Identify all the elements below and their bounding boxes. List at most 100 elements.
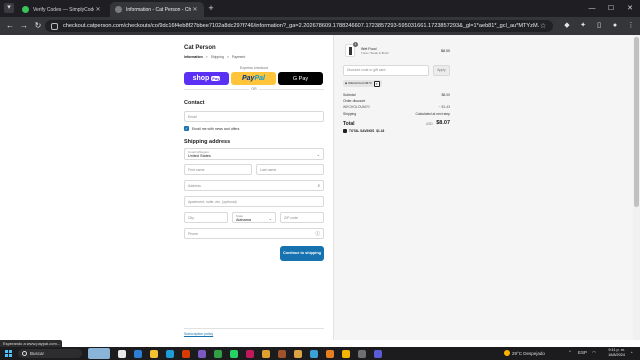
task-view-icon[interactable]	[118, 350, 126, 358]
tab-search-icon[interactable]: ▾	[4, 3, 14, 13]
help-circle-icon[interactable]: ⓘ	[316, 231, 321, 237]
widgets-icon[interactable]	[134, 350, 142, 358]
last-name-field[interactable]: Last name	[256, 164, 324, 175]
country-value: United States	[188, 154, 211, 158]
state-select[interactable]: State Alabama ⌄	[232, 212, 276, 223]
address-field[interactable]: Address ⌕	[184, 180, 324, 191]
store-icon[interactable]	[198, 350, 206, 358]
shipping-value: Calculated at next step	[415, 112, 451, 116]
apartment-field[interactable]: Apartment, suite, etc. (optional)	[184, 196, 324, 207]
subtotal-value: $8.00	[441, 93, 451, 97]
google-pay-button[interactable]: G Pay	[278, 72, 323, 85]
first-name-field[interactable]: First name	[184, 164, 252, 175]
back-arrow-icon[interactable]: ←	[5, 21, 15, 31]
apply-discount-button[interactable]: Apply	[433, 65, 450, 76]
shop-pay-label: shop	[192, 75, 210, 82]
breadcrumb-shipping[interactable]: Shipping	[211, 55, 224, 59]
sun-icon	[504, 350, 510, 356]
tab-simplycodes[interactable]: Verify Codes — SimplyCodes ✕	[17, 2, 107, 17]
app-icon[interactable]	[374, 350, 382, 358]
product-price: $8.00	[441, 49, 450, 53]
paypal-pal-label: Pal	[254, 75, 265, 82]
office-icon[interactable]	[182, 350, 190, 358]
paypal-button[interactable]: Pay Pal	[231, 72, 276, 85]
notification-bell-icon[interactable]: ◔	[630, 350, 633, 355]
zip-code-field[interactable]: ZIP code	[280, 212, 324, 223]
paypal-pay-label: Pay	[242, 75, 255, 82]
order-discount-row: Order discount	[343, 99, 450, 103]
bookmark-star-icon[interactable]: ☆	[539, 22, 547, 30]
subscription-policy-link[interactable]: Subscription policy	[184, 332, 213, 336]
tab-close-icon[interactable]: ✕	[191, 6, 199, 13]
side-panel-icon[interactable]: ▯	[594, 21, 604, 31]
app-icon[interactable]	[326, 350, 334, 358]
breadcrumb-payment[interactable]: Payment	[232, 55, 245, 59]
app-icon[interactable]	[214, 350, 222, 358]
discount-code-row: WECHOLOUM70 − $1.43	[343, 105, 450, 109]
discount-code-label: WECHOLOUM70	[343, 105, 370, 109]
edge-icon[interactable]	[166, 350, 174, 358]
close-window-button[interactable]: ✕	[622, 0, 638, 17]
wifi-icon[interactable]: ◠	[592, 350, 596, 356]
profile-avatar-icon[interactable]: ●	[610, 21, 620, 31]
browser-menu-icon[interactable]: ⋮	[626, 21, 636, 31]
app-icon[interactable]	[294, 350, 302, 358]
search-highlight-image[interactable]	[88, 348, 110, 359]
shipping-label: Shipping	[343, 112, 357, 116]
phone-placeholder: Phone	[188, 231, 199, 236]
chevron-down-icon: ⌄	[316, 152, 320, 157]
quantity-badge: 1	[353, 42, 358, 47]
savings-tag-icon	[343, 129, 347, 133]
extensions-puzzle-icon[interactable]: ✦	[578, 21, 588, 31]
email-offers-checkbox-row[interactable]: ✓ Email me with news and offers	[184, 126, 239, 131]
shop-pay-badge: Pay	[211, 76, 221, 81]
total-savings: TOTAL SAVINGS $1.43	[343, 129, 384, 133]
city-field[interactable]: City	[184, 212, 228, 223]
minimize-button[interactable]: —	[584, 0, 600, 17]
total-currency: USD	[426, 122, 433, 126]
page-scrollbar[interactable]	[633, 35, 640, 340]
file-explorer-icon[interactable]	[150, 350, 158, 358]
continue-to-shipping-button[interactable]: Continue to shipping	[280, 246, 324, 261]
search-icon: ⌕	[317, 183, 320, 188]
site-info-icon[interactable]	[51, 22, 58, 30]
extension-icon[interactable]: ◆	[562, 21, 572, 31]
discount-code-input[interactable]: Discount code or gift card	[343, 65, 429, 76]
contact-heading: Contact	[184, 100, 205, 106]
whatsapp-icon[interactable]	[230, 350, 238, 358]
app-icon[interactable]	[262, 350, 270, 358]
simplycodes-favicon-icon	[22, 6, 29, 13]
last-name-placeholder: Last name	[260, 167, 277, 172]
chevron-down-icon: ⌄	[268, 216, 272, 221]
language-indicator[interactable]: ESP	[578, 350, 587, 355]
reload-icon[interactable]: ↻	[33, 21, 43, 31]
tab-close-icon[interactable]: ✕	[94, 6, 102, 13]
windows-start-icon[interactable]	[5, 350, 12, 357]
shop-pay-button[interactable]: shop Pay	[184, 72, 229, 85]
email-offers-checkbox[interactable]: ✓	[184, 126, 189, 131]
remove-discount-icon[interactable]: ✕	[373, 80, 380, 87]
address-bar[interactable]: checkout.catperson.com/checkouts/co/9dc1…	[45, 20, 553, 32]
tray-chevron-up-icon[interactable]: ⌃	[568, 350, 572, 356]
store-name[interactable]: Cat Person	[184, 45, 216, 51]
tab-checkout[interactable]: Information - Cat Person - Checkout ✕	[110, 2, 204, 17]
taskbar-search[interactable]: Buscar	[18, 349, 82, 358]
app-icon[interactable]	[278, 350, 286, 358]
forward-arrow-icon[interactable]: →	[19, 21, 29, 31]
phone-field[interactable]: Phone ⓘ	[184, 228, 324, 239]
scrollbar-thumb[interactable]	[634, 37, 639, 207]
weather-widget[interactable]: 29°C Despejado	[504, 350, 545, 356]
breadcrumb-information[interactable]: Information	[184, 55, 203, 59]
url-text[interactable]: checkout.catperson.com/checkouts/co/9dc1…	[63, 23, 539, 29]
app-icon[interactable]	[246, 350, 254, 358]
new-tab-button[interactable]: +	[206, 3, 216, 13]
chrome-icon[interactable]	[342, 350, 350, 358]
country-select[interactable]: Country/Region United States ⌄	[184, 148, 324, 160]
email-field[interactable]: Email	[184, 111, 324, 122]
taskbar-clock[interactable]: 9:11 p. m. 16/8/2024	[601, 348, 625, 358]
maximize-button[interactable]: ☐	[603, 0, 619, 17]
app-icon[interactable]	[358, 350, 366, 358]
zip-placeholder: ZIP code	[284, 215, 298, 220]
app-icon[interactable]	[310, 350, 318, 358]
savings-value: $1.43	[376, 129, 385, 133]
